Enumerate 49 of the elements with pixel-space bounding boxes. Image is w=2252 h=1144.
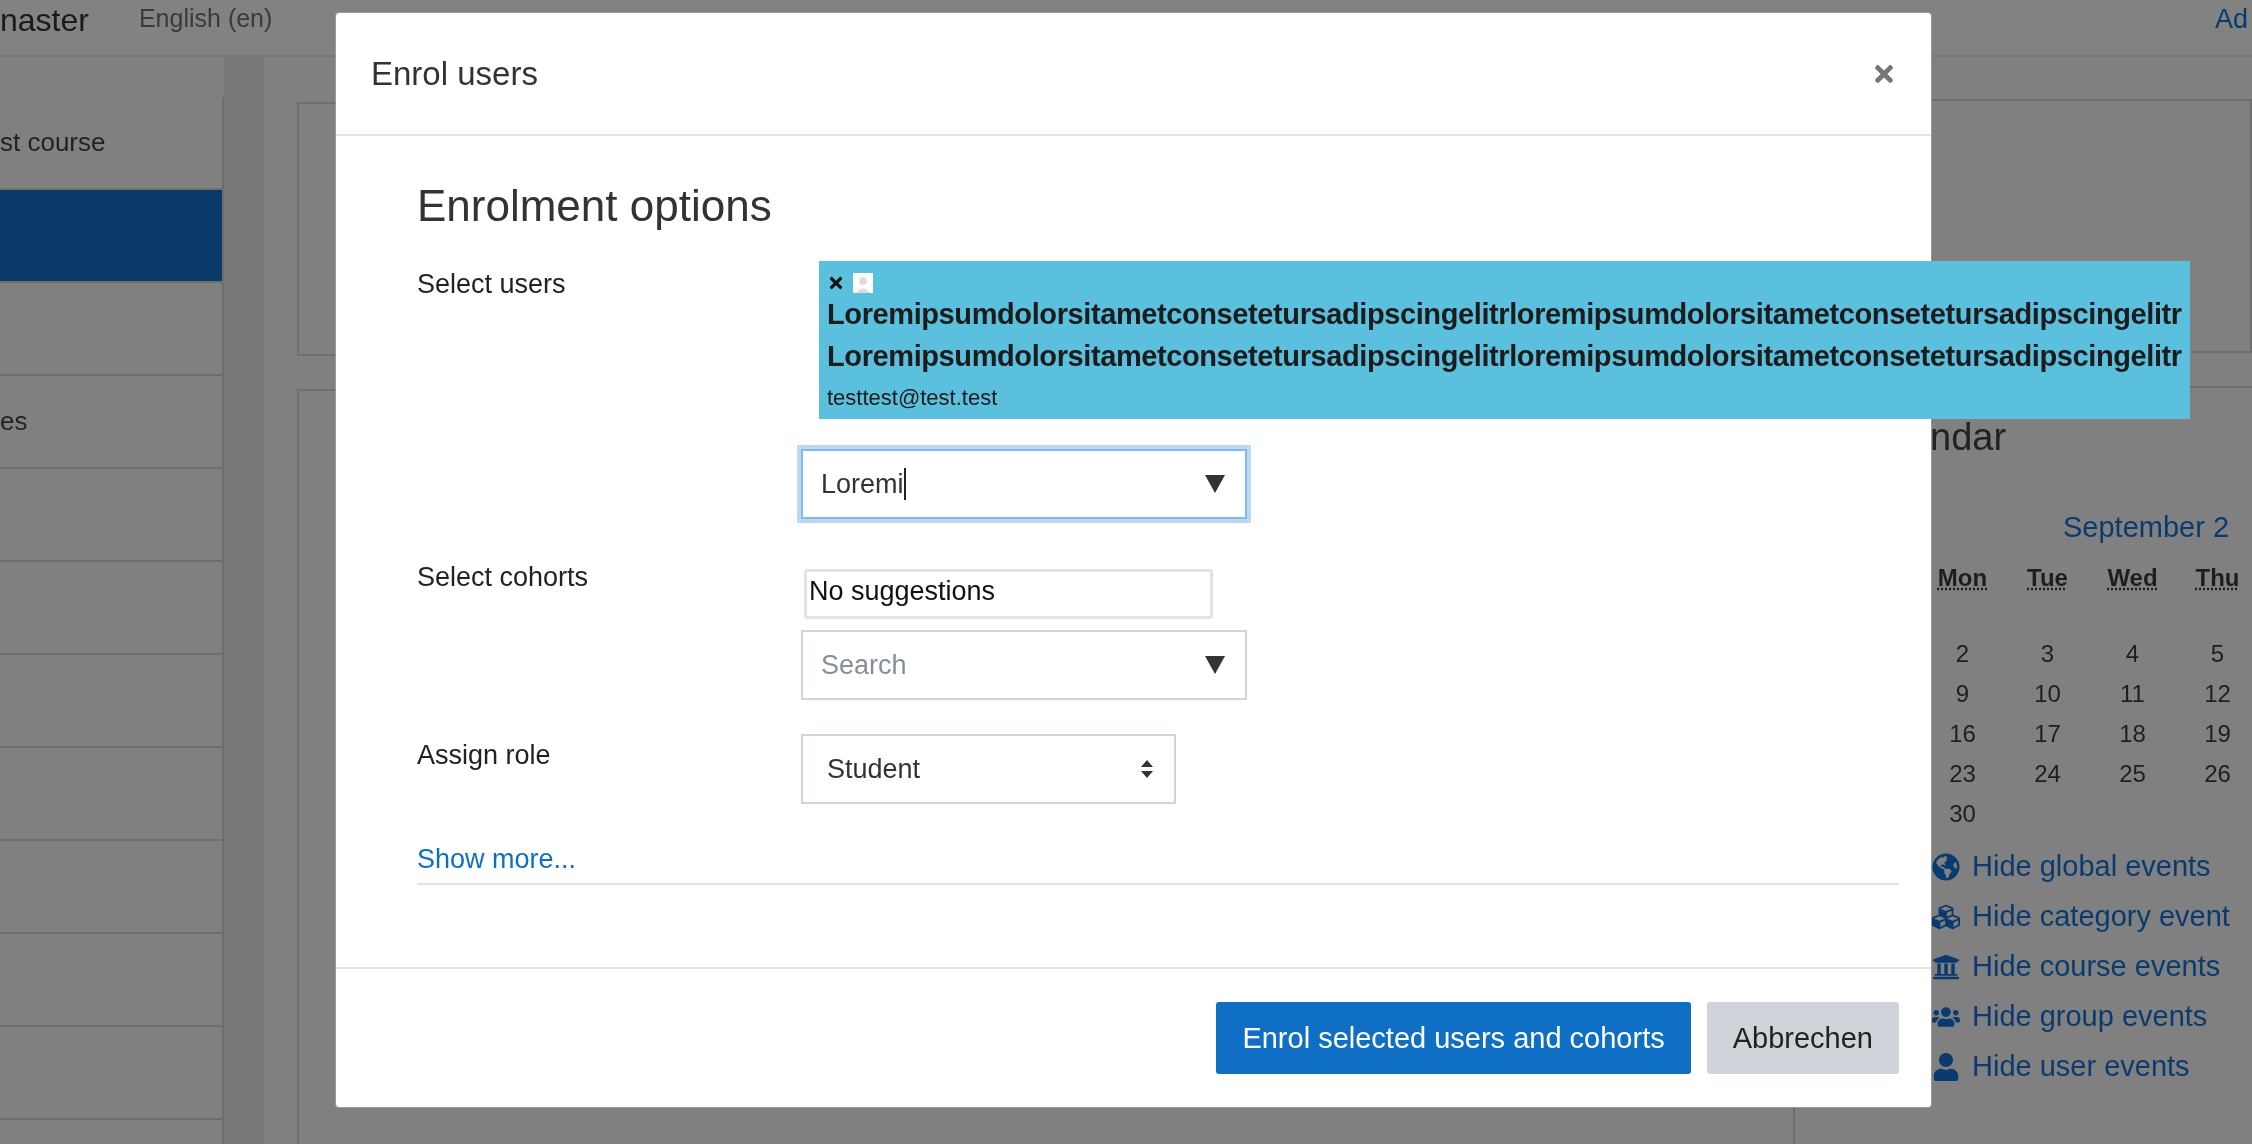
user-name: Loremipsumdolorsitametconsetetursadipscingelitrloremipsumdolorsitametconsetetursadipscingelitr bbox=[827, 297, 2182, 332]
globe-icon bbox=[1930, 852, 1962, 881]
calendar-day[interactable]: 18 bbox=[2090, 720, 2175, 748]
updown-arrow-icon bbox=[1140, 759, 1154, 779]
event-filter-link[interactable]: Hide group events bbox=[1930, 1000, 2252, 1033]
calendar-day[interactable]: 19 bbox=[2175, 720, 2252, 748]
weekday-label: Tue bbox=[2026, 564, 2069, 592]
cohort-search-field[interactable]: Search bbox=[801, 630, 1247, 700]
language-menu[interactable]: English (en) bbox=[138, 4, 273, 33]
section-heading: Enrolment options bbox=[417, 181, 773, 231]
remove-icon[interactable] bbox=[827, 274, 845, 292]
site-name[interactable]: naster bbox=[0, 2, 89, 39]
show-more-link[interactable]: Show more... bbox=[417, 844, 577, 875]
field-label: Assign role bbox=[417, 739, 552, 772]
calendar-title: ndar bbox=[1930, 416, 2008, 459]
building-icon bbox=[1930, 952, 1962, 981]
calendar-day[interactable]: 17 bbox=[2005, 720, 2090, 748]
header-link[interactable]: Ad bbox=[2214, 4, 2248, 35]
calendar-day[interactable]: 5 bbox=[2175, 640, 2252, 668]
suggestions-list: No suggestions bbox=[804, 569, 1213, 619]
dropdown-arrow-icon bbox=[1205, 475, 1225, 493]
calendar-day[interactable]: 10 bbox=[2005, 680, 2090, 708]
avatar-icon bbox=[853, 273, 873, 293]
calendar-day[interactable]: 25 bbox=[2090, 760, 2175, 788]
cubes-icon bbox=[1930, 902, 1962, 931]
calendar-day[interactable]: 3 bbox=[2005, 640, 2090, 668]
enrol-button[interactable]: Enrol selected users and cohorts bbox=[1216, 1002, 1691, 1074]
user-name: Loremipsumdolorsitametconsetetursadipscingelitrloremipsumdolorsitametconsetetursadipscingelitr bbox=[827, 339, 2182, 374]
calendar-day[interactable]: 12 bbox=[2175, 680, 2252, 708]
weekday-label: Wed bbox=[2106, 564, 2159, 592]
sidebar-item[interactable] bbox=[0, 190, 222, 283]
event-filter-link[interactable]: Hide global events bbox=[1930, 850, 2252, 883]
weekday-label: Mon bbox=[1936, 564, 1989, 592]
calendar-day[interactable]: 4 bbox=[2090, 640, 2175, 668]
weekday-label: Thu bbox=[2194, 564, 2241, 592]
field-label: Select users bbox=[417, 268, 567, 301]
dropdown-arrow-icon bbox=[1205, 656, 1225, 674]
month-link[interactable]: September 2 bbox=[2063, 511, 2252, 544]
calendar-day[interactable]: 26 bbox=[2175, 760, 2252, 788]
event-filter-link[interactable]: Hide user events bbox=[1930, 1050, 2252, 1083]
role-select[interactable]: Student bbox=[801, 734, 1176, 804]
field-label: Select cohorts bbox=[417, 562, 590, 594]
user-email: testtest@test.test bbox=[827, 385, 999, 411]
calendar-day[interactable]: 24 bbox=[2005, 760, 2090, 788]
modal-title: Enrol users bbox=[371, 54, 538, 93]
event-filter-link[interactable]: Hide course events bbox=[1930, 950, 2252, 983]
calendar-day[interactable]: 11 bbox=[2090, 680, 2175, 708]
cancel-button[interactable]: Abbrechen bbox=[1706, 1002, 1899, 1074]
event-filter-link[interactable]: Hide category event bbox=[1930, 900, 2252, 933]
